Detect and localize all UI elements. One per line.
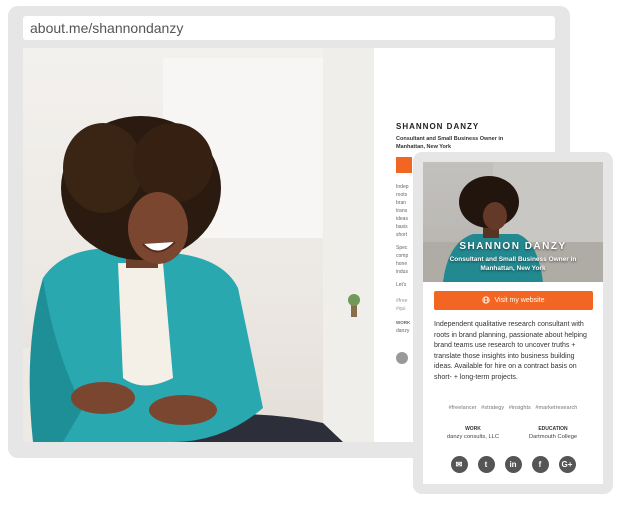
mobile-device-frame: SHANNON DANZY Consultant and Small Busin… — [413, 152, 613, 494]
work-value: danzy consults, LLC — [446, 434, 500, 440]
education-info: EDUCATION Dartmouth College — [513, 426, 593, 440]
tag-link[interactable]: #marketresearch — [535, 405, 577, 411]
email-icon[interactable]: ✉ — [450, 456, 468, 473]
visit-website-button[interactable]: Visit my website — [434, 291, 593, 310]
work-info: WORK danzy consults, LLC — [433, 426, 513, 440]
mobile-tags: #freelancer #strategy #insights #marketr… — [423, 405, 603, 411]
globe-icon — [482, 295, 491, 306]
linkedin-icon[interactable]: in — [504, 456, 522, 473]
social-links: ✉ t in f G+ — [423, 456, 603, 473]
mobile-bio-text: Independent qualitative research consult… — [434, 321, 587, 381]
education-label: EDUCATION — [538, 426, 568, 432]
google-plus-icon[interactable]: G+ — [558, 456, 576, 473]
profile-photo-large — [23, 48, 374, 442]
facebook-icon[interactable]: f — [531, 456, 549, 473]
mobile-profile-name: SHANNON DANZY — [459, 241, 567, 252]
tag-link[interactable]: #freelancer — [449, 405, 477, 411]
desktop-profile-name: SHANNON DANZY — [396, 122, 480, 131]
woman-laughing-illustration — [23, 48, 374, 442]
tag-link[interactable]: #insights — [509, 405, 531, 411]
mobile-profile-headline: Consultant and Small Business Owner in M… — [449, 256, 577, 272]
url-bar[interactable]: about.me/shannondanzy — [23, 16, 555, 40]
desktop-visit-button[interactable] — [396, 157, 412, 173]
desktop-email-icon[interactable] — [396, 352, 408, 364]
mobile-profile-page: SHANNON DANZY Consultant and Small Busin… — [423, 162, 603, 484]
work-label: WORK — [465, 426, 481, 432]
profile-photo-small: SHANNON DANZY Consultant and Small Busin… — [423, 162, 603, 282]
tag-link[interactable]: #strategy — [481, 405, 504, 411]
twitter-icon[interactable]: t — [477, 456, 495, 473]
desktop-profile-headline: Consultant and Small Business Owner in M… — [396, 136, 504, 150]
education-value: Dartmouth College — [528, 434, 578, 440]
visit-website-label: Visit my website — [494, 297, 545, 304]
